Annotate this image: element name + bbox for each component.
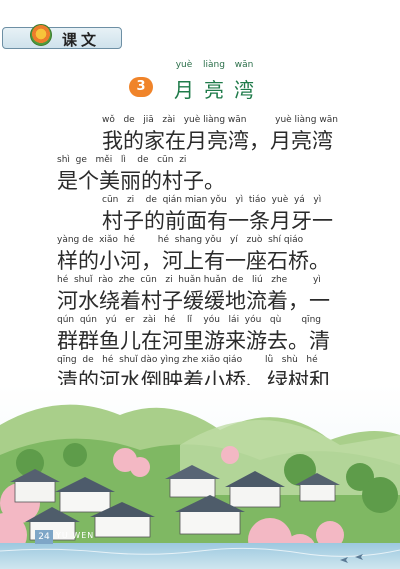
title-pinyin-3: wān [234,60,254,70]
chinese-text-row: 我的家在月亮湾，月亮湾 [102,129,333,153]
chinese-text-row: 河水绕着村子缓缓地流着，一 [57,289,330,313]
text-line: wǒ de jiā zài yuè liàng wān yuè liàng wā… [0,115,400,153]
text-line: qún qún yú er zài hé lǐ yóu lái yóu qù q… [0,315,400,353]
section-label: 课文 [62,31,101,49]
text-line: hé shuǐ rào zhe cūn zi huǎn huǎn de liú … [0,275,400,313]
title-pinyin-2: liàng [203,60,225,70]
chinese-text-row: 村子的前面有一条月牙一 [102,209,333,233]
chinese-text-row: 是个美丽的村子。 [57,169,225,193]
page-number: 24 [35,530,53,544]
text-line: yàng de xiǎo hé hé shang yǒu yí zuò shí … [0,235,400,273]
chinese-text-row: 样的小河，河上有一座石桥。 [57,249,330,273]
chinese-text-row: 群群鱼儿在河里游来游去。清 [57,329,330,353]
title-char-3: 湾 [234,78,254,102]
village-landscape-illustration [0,385,400,569]
textbook-page: 课文 3 yuè liàng wān 月 亮 湾 wǒ de jiā zài y… [0,0,400,569]
flower-badge-icon [30,24,52,46]
title-char-1: 月 [174,78,194,102]
lesson-number-badge: 3 [129,77,153,97]
text-line: shì ge měi lì de cūn zi 是个美丽的村子。 [0,155,400,193]
title-pinyin-1: yuè [175,60,193,70]
text-line: cūn zi de qián mian yǒu yì tiáo yuè yá y… [0,195,400,233]
title-char-2: 亮 [204,78,224,102]
page-footer-label: YU WEN [56,531,95,540]
